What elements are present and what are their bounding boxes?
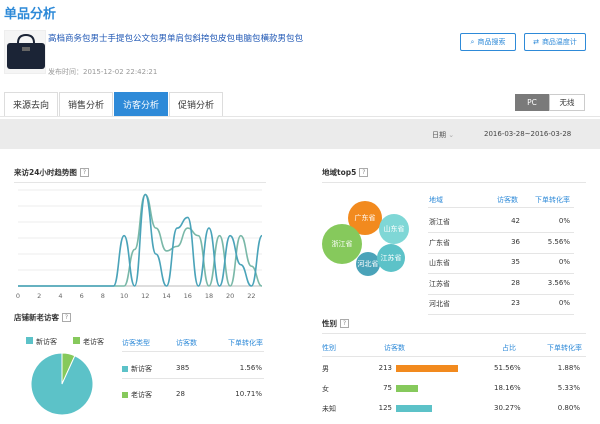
gender-count: 75 bbox=[383, 384, 392, 392]
trend-divider bbox=[14, 182, 266, 183]
gender-header-share: 占比 bbox=[502, 344, 516, 352]
swap-icon: ⇄ bbox=[533, 38, 539, 46]
gender-header-name: 性别 bbox=[322, 344, 336, 352]
help-icon[interactable]: ? bbox=[340, 319, 349, 328]
region-rate: 0% bbox=[558, 299, 570, 307]
region-count: 42 bbox=[511, 217, 520, 225]
legend-old: 老访客 bbox=[73, 337, 104, 347]
table-cell: 385 bbox=[176, 364, 190, 372]
newold-title: 店铺新老访客 ? bbox=[14, 312, 71, 323]
region-header-count: 访客数 bbox=[497, 196, 518, 204]
gender-bar bbox=[396, 365, 458, 372]
x-tick-label: 16 bbox=[184, 292, 192, 300]
product-image[interactable] bbox=[4, 30, 46, 74]
newold-header-count: 访客数 bbox=[176, 339, 197, 347]
gender-name: 未知 bbox=[322, 405, 336, 413]
bubble-jiangsu[interactable]: 江苏省 bbox=[377, 244, 405, 272]
date-picker[interactable]: 日期 ⌄ bbox=[432, 130, 454, 140]
gender-rate: 5.33% bbox=[557, 384, 580, 392]
device-pc-toggle[interactable]: PC bbox=[515, 94, 549, 111]
gender-header-rate: 下单转化率 bbox=[547, 344, 582, 352]
tab-promotion[interactable]: 促销分析 bbox=[169, 92, 224, 116]
x-tick-label: 0 bbox=[16, 292, 20, 300]
newold-legend: 新访客 老访客 bbox=[26, 337, 104, 347]
gender-title: 性别 ? bbox=[322, 318, 349, 329]
help-icon[interactable]: ? bbox=[359, 168, 369, 177]
x-tick-label: 8 bbox=[101, 292, 105, 300]
tab-visitor[interactable]: 访客分析 bbox=[114, 92, 169, 116]
tab-source[interactable]: 来源去向 bbox=[4, 92, 59, 116]
x-tick-label: 12 bbox=[141, 292, 149, 300]
x-tick-label: 2 bbox=[37, 292, 41, 300]
region-title: 地域top5 ? bbox=[322, 167, 369, 178]
chevron-down-icon: ⌄ bbox=[448, 131, 455, 139]
gender-header-count: 访客数 bbox=[384, 344, 405, 352]
trend-title: 来访24小时趋势图 ? bbox=[14, 167, 89, 178]
x-tick-label: 10 bbox=[120, 292, 128, 300]
region-count: 36 bbox=[511, 237, 520, 246]
gender-rate: 0.80% bbox=[557, 404, 580, 412]
color-swatch bbox=[122, 392, 128, 398]
newold-header-type: 访客类型 bbox=[122, 339, 150, 347]
help-icon[interactable]: ? bbox=[62, 313, 71, 322]
device-wireless-toggle[interactable]: 无线 bbox=[549, 94, 585, 111]
help-icon[interactable]: ? bbox=[79, 168, 89, 177]
x-tick-label: 4 bbox=[58, 292, 62, 300]
date-range: 2016-03-28~2016-03-28 bbox=[484, 130, 572, 138]
region-name: 江苏省 bbox=[429, 279, 450, 288]
x-tick-label: 20 bbox=[226, 292, 234, 300]
x-tick-label: 22 bbox=[247, 292, 255, 300]
gender-name: 男 bbox=[322, 365, 329, 373]
bubble-shandong[interactable]: 山东省 bbox=[379, 214, 409, 244]
x-tick-label: 14 bbox=[162, 292, 170, 300]
newold-pie bbox=[30, 352, 94, 416]
x-tick-label: 18 bbox=[205, 292, 213, 300]
region-name: 广东省 bbox=[429, 238, 450, 247]
analysis-tabs: 来源去向 销售分析 访客分析 促销分析 bbox=[4, 92, 224, 116]
table-cell: 10.71% bbox=[235, 390, 262, 398]
region-header-rate: 下单转化率 bbox=[535, 196, 570, 204]
region-name: 浙江省 bbox=[429, 218, 450, 226]
bubble-zhejiang[interactable]: 浙江省 bbox=[322, 224, 362, 264]
product-name-link[interactable]: 高档商务包男士手提包公文包男单肩包斜挎包皮包电脑包横款男包包 bbox=[48, 32, 303, 44]
x-axis-ticks: 0 2 4 6 8 10 12 14 16 18 20 22 bbox=[16, 292, 256, 300]
product-temperature-button[interactable]: ⇄ 商品温度计 bbox=[524, 33, 586, 51]
region-count: 35 bbox=[511, 258, 520, 266]
gender-share: 51.56% bbox=[494, 364, 521, 372]
x-tick-label: 6 bbox=[80, 292, 84, 300]
gender-bar bbox=[396, 405, 432, 412]
gender-share: 18.16% bbox=[494, 384, 521, 392]
region-name: 山东省 bbox=[429, 259, 450, 267]
pie-slice-new bbox=[30, 352, 94, 416]
chart-series bbox=[18, 193, 263, 287]
region-header-name: 地域 bbox=[429, 196, 443, 204]
region-rate: 0% bbox=[558, 258, 570, 266]
table-row: 老访客 bbox=[122, 390, 152, 400]
gender-share: 30.27% bbox=[494, 404, 521, 412]
gender-rate: 1.88% bbox=[557, 364, 580, 372]
region-rate: 3.56% bbox=[547, 278, 570, 287]
publish-time: 发布时间：2015-12-02 22:42:21 bbox=[48, 68, 158, 76]
region-rate: 0% bbox=[558, 217, 570, 225]
trend-chart: 0 2 4 6 8 10 12 14 16 18 20 22 bbox=[16, 189, 263, 300]
tab-sales[interactable]: 销售分析 bbox=[59, 92, 114, 116]
newold-header-rate: 下单转化率 bbox=[228, 339, 263, 347]
tab-divider bbox=[0, 116, 600, 117]
region-name: 河北省 bbox=[429, 300, 450, 308]
table-cell: 1.56% bbox=[239, 364, 262, 372]
gender-count: 125 bbox=[378, 404, 392, 412]
region-count: 28 bbox=[511, 278, 520, 287]
region-count: 23 bbox=[511, 299, 520, 307]
gender-bar bbox=[396, 385, 418, 392]
table-cell: 28 bbox=[176, 390, 185, 398]
page-title: 单品分析 bbox=[4, 7, 57, 22]
color-swatch bbox=[122, 366, 128, 372]
product-search-button[interactable]: ⌕ 商品搜索 bbox=[460, 33, 516, 51]
legend-new: 新访客 bbox=[26, 337, 57, 347]
search-icon: ⌕ bbox=[470, 37, 475, 46]
table-row: 新访客 bbox=[122, 364, 152, 374]
region-rate: 5.56% bbox=[547, 237, 570, 246]
gender-count: 213 bbox=[378, 364, 392, 372]
gender-name: 女 bbox=[322, 385, 329, 393]
